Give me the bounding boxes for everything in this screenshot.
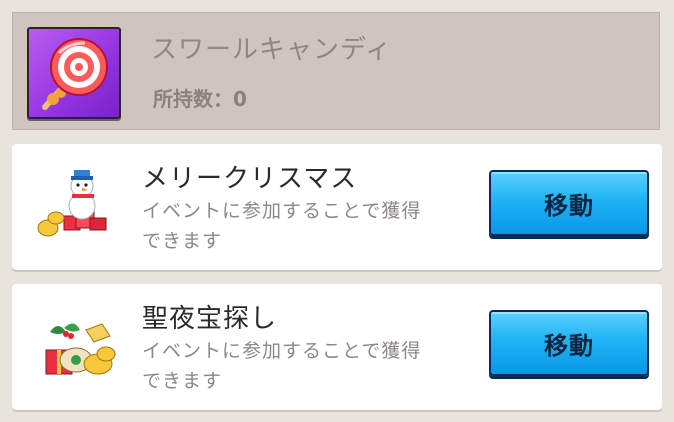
treasure-hunt-icon [36, 306, 124, 386]
source-description: イベントに参加することで獲得 できます [142, 196, 482, 256]
source-title: 聖夜宝探し [142, 304, 278, 334]
source-card: 聖夜宝探し イベントに参加することで獲得 できます 移動 [12, 284, 662, 410]
swirl-candy-icon [27, 27, 121, 119]
move-button-label: 移動 [544, 191, 594, 220]
source-description: イベントに参加することで獲得 できます [142, 336, 482, 396]
christmas-snowman-icon [36, 166, 124, 246]
move-button[interactable]: 移動 [489, 310, 649, 376]
item-count: 所持数：0 [153, 87, 247, 111]
source-title: メリークリスマス [142, 164, 358, 194]
item-name: スワールキャンディ [151, 35, 393, 65]
description-line: できます [142, 370, 223, 392]
description-line: イベントに参加することで獲得 [142, 200, 422, 222]
description-line: できます [142, 230, 223, 252]
move-button[interactable]: 移動 [489, 170, 649, 236]
description-line: イベントに参加することで獲得 [142, 340, 422, 362]
move-button-label: 移動 [544, 331, 594, 360]
source-card: メリークリスマス イベントに参加することで獲得 できます 移動 [12, 144, 662, 270]
acquisition-panel: スワールキャンディ 所持数：0 メリークリスマス イベントに参加することで獲得 … [0, 0, 674, 422]
item-header: スワールキャンディ 所持数：0 [12, 12, 660, 130]
